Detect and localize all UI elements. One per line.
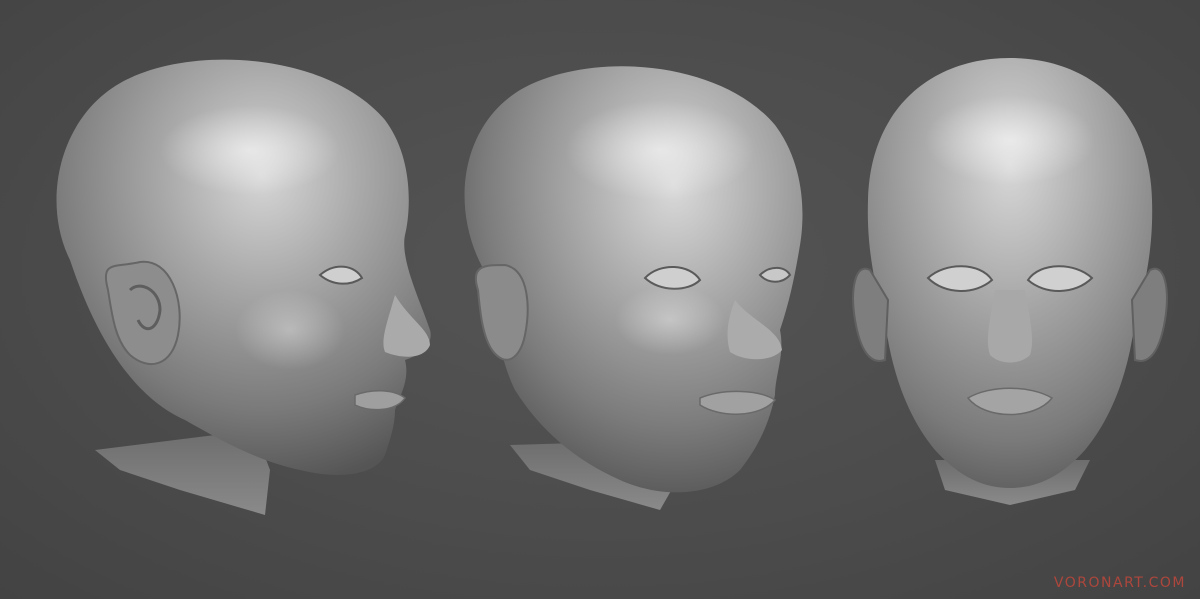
head-three-quarter — [464, 66, 803, 510]
cheek-highlight — [235, 290, 345, 370]
head-front — [852, 58, 1168, 505]
cheek-highlight — [615, 285, 725, 355]
nose — [987, 290, 1033, 363]
watermark-text: VORONART.COM — [1053, 575, 1186, 591]
lips — [354, 390, 407, 411]
render-canvas: VORONART.COM — [0, 0, 1200, 599]
highlight — [160, 105, 340, 195]
ear — [475, 263, 529, 361]
sculpt-render — [56, 58, 1168, 515]
highlight — [925, 95, 1095, 185]
highlight — [565, 100, 755, 200]
head-profile — [56, 59, 431, 515]
